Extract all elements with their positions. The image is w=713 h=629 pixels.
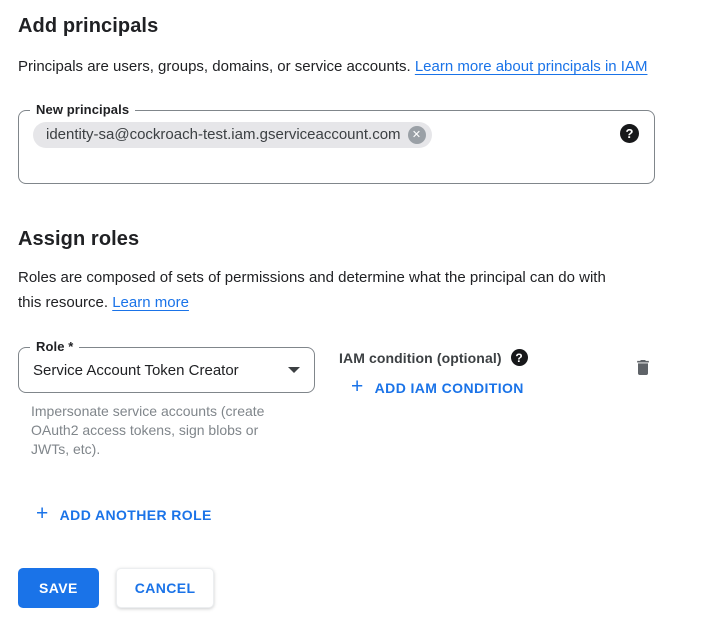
add-iam-condition-label: ADD IAM CONDITION <box>375 380 524 396</box>
role-column: Role * Service Account Token Creator Imp… <box>18 347 315 459</box>
chip-remove-icon[interactable]: ✕ <box>408 126 426 144</box>
role-select-label: Role * <box>30 339 79 354</box>
chevron-down-icon <box>288 367 300 373</box>
learn-more-principals-link[interactable]: Learn more about principals in IAM <box>415 58 648 75</box>
role-row: Role * Service Account Token Creator Imp… <box>18 347 655 459</box>
intro-text: Principals are users, groups, domains, o… <box>18 54 664 79</box>
iam-condition-label-row: IAM condition (optional) ? <box>339 349 532 366</box>
footer-actions: SAVE CANCEL <box>18 568 214 608</box>
role-select[interactable]: Role * Service Account Token Creator <box>18 347 315 393</box>
plus-icon: + <box>36 507 49 521</box>
learn-more-roles-link[interactable]: Learn more <box>112 294 189 311</box>
trash-icon <box>633 366 653 381</box>
intro-text-static: Principals are users, groups, domains, o… <box>18 58 415 75</box>
role-select-value: Service Account Token Creator <box>33 362 278 379</box>
save-button[interactable]: SAVE <box>18 568 99 608</box>
add-principals-panel: Add principals Principals are users, gro… <box>0 0 713 529</box>
iam-condition-help-icon[interactable]: ? <box>511 349 528 366</box>
role-helper-text: Impersonate service accounts (create OAu… <box>31 402 299 459</box>
roles-description-static: Roles are composed of sets of permission… <box>18 269 606 311</box>
add-iam-condition-button[interactable]: + ADD IAM CONDITION <box>343 374 532 402</box>
principal-chip: identity-sa@cockroach-test.iam.gservicea… <box>33 122 432 148</box>
plus-icon: + <box>351 380 364 394</box>
delete-role-button[interactable] <box>631 355 655 383</box>
assign-roles-title: Assign roles <box>18 228 695 251</box>
add-another-role-button[interactable]: + ADD ANOTHER ROLE <box>28 501 220 529</box>
iam-condition-column: IAM condition (optional) ? + ADD IAM CON… <box>339 347 532 402</box>
new-principals-field[interactable]: New principals identity-sa@cockroach-tes… <box>18 110 655 184</box>
new-principals-label: New principals <box>30 102 135 117</box>
principals-help-icon[interactable]: ? <box>620 124 639 143</box>
principal-chip-text: identity-sa@cockroach-test.iam.gservicea… <box>46 126 401 144</box>
cancel-button[interactable]: CANCEL <box>116 568 215 608</box>
iam-condition-label: IAM condition (optional) <box>339 350 502 366</box>
page-title: Add principals <box>18 15 695 38</box>
add-another-role-label: ADD ANOTHER ROLE <box>60 507 212 523</box>
roles-description: Roles are composed of sets of permission… <box>18 265 614 315</box>
